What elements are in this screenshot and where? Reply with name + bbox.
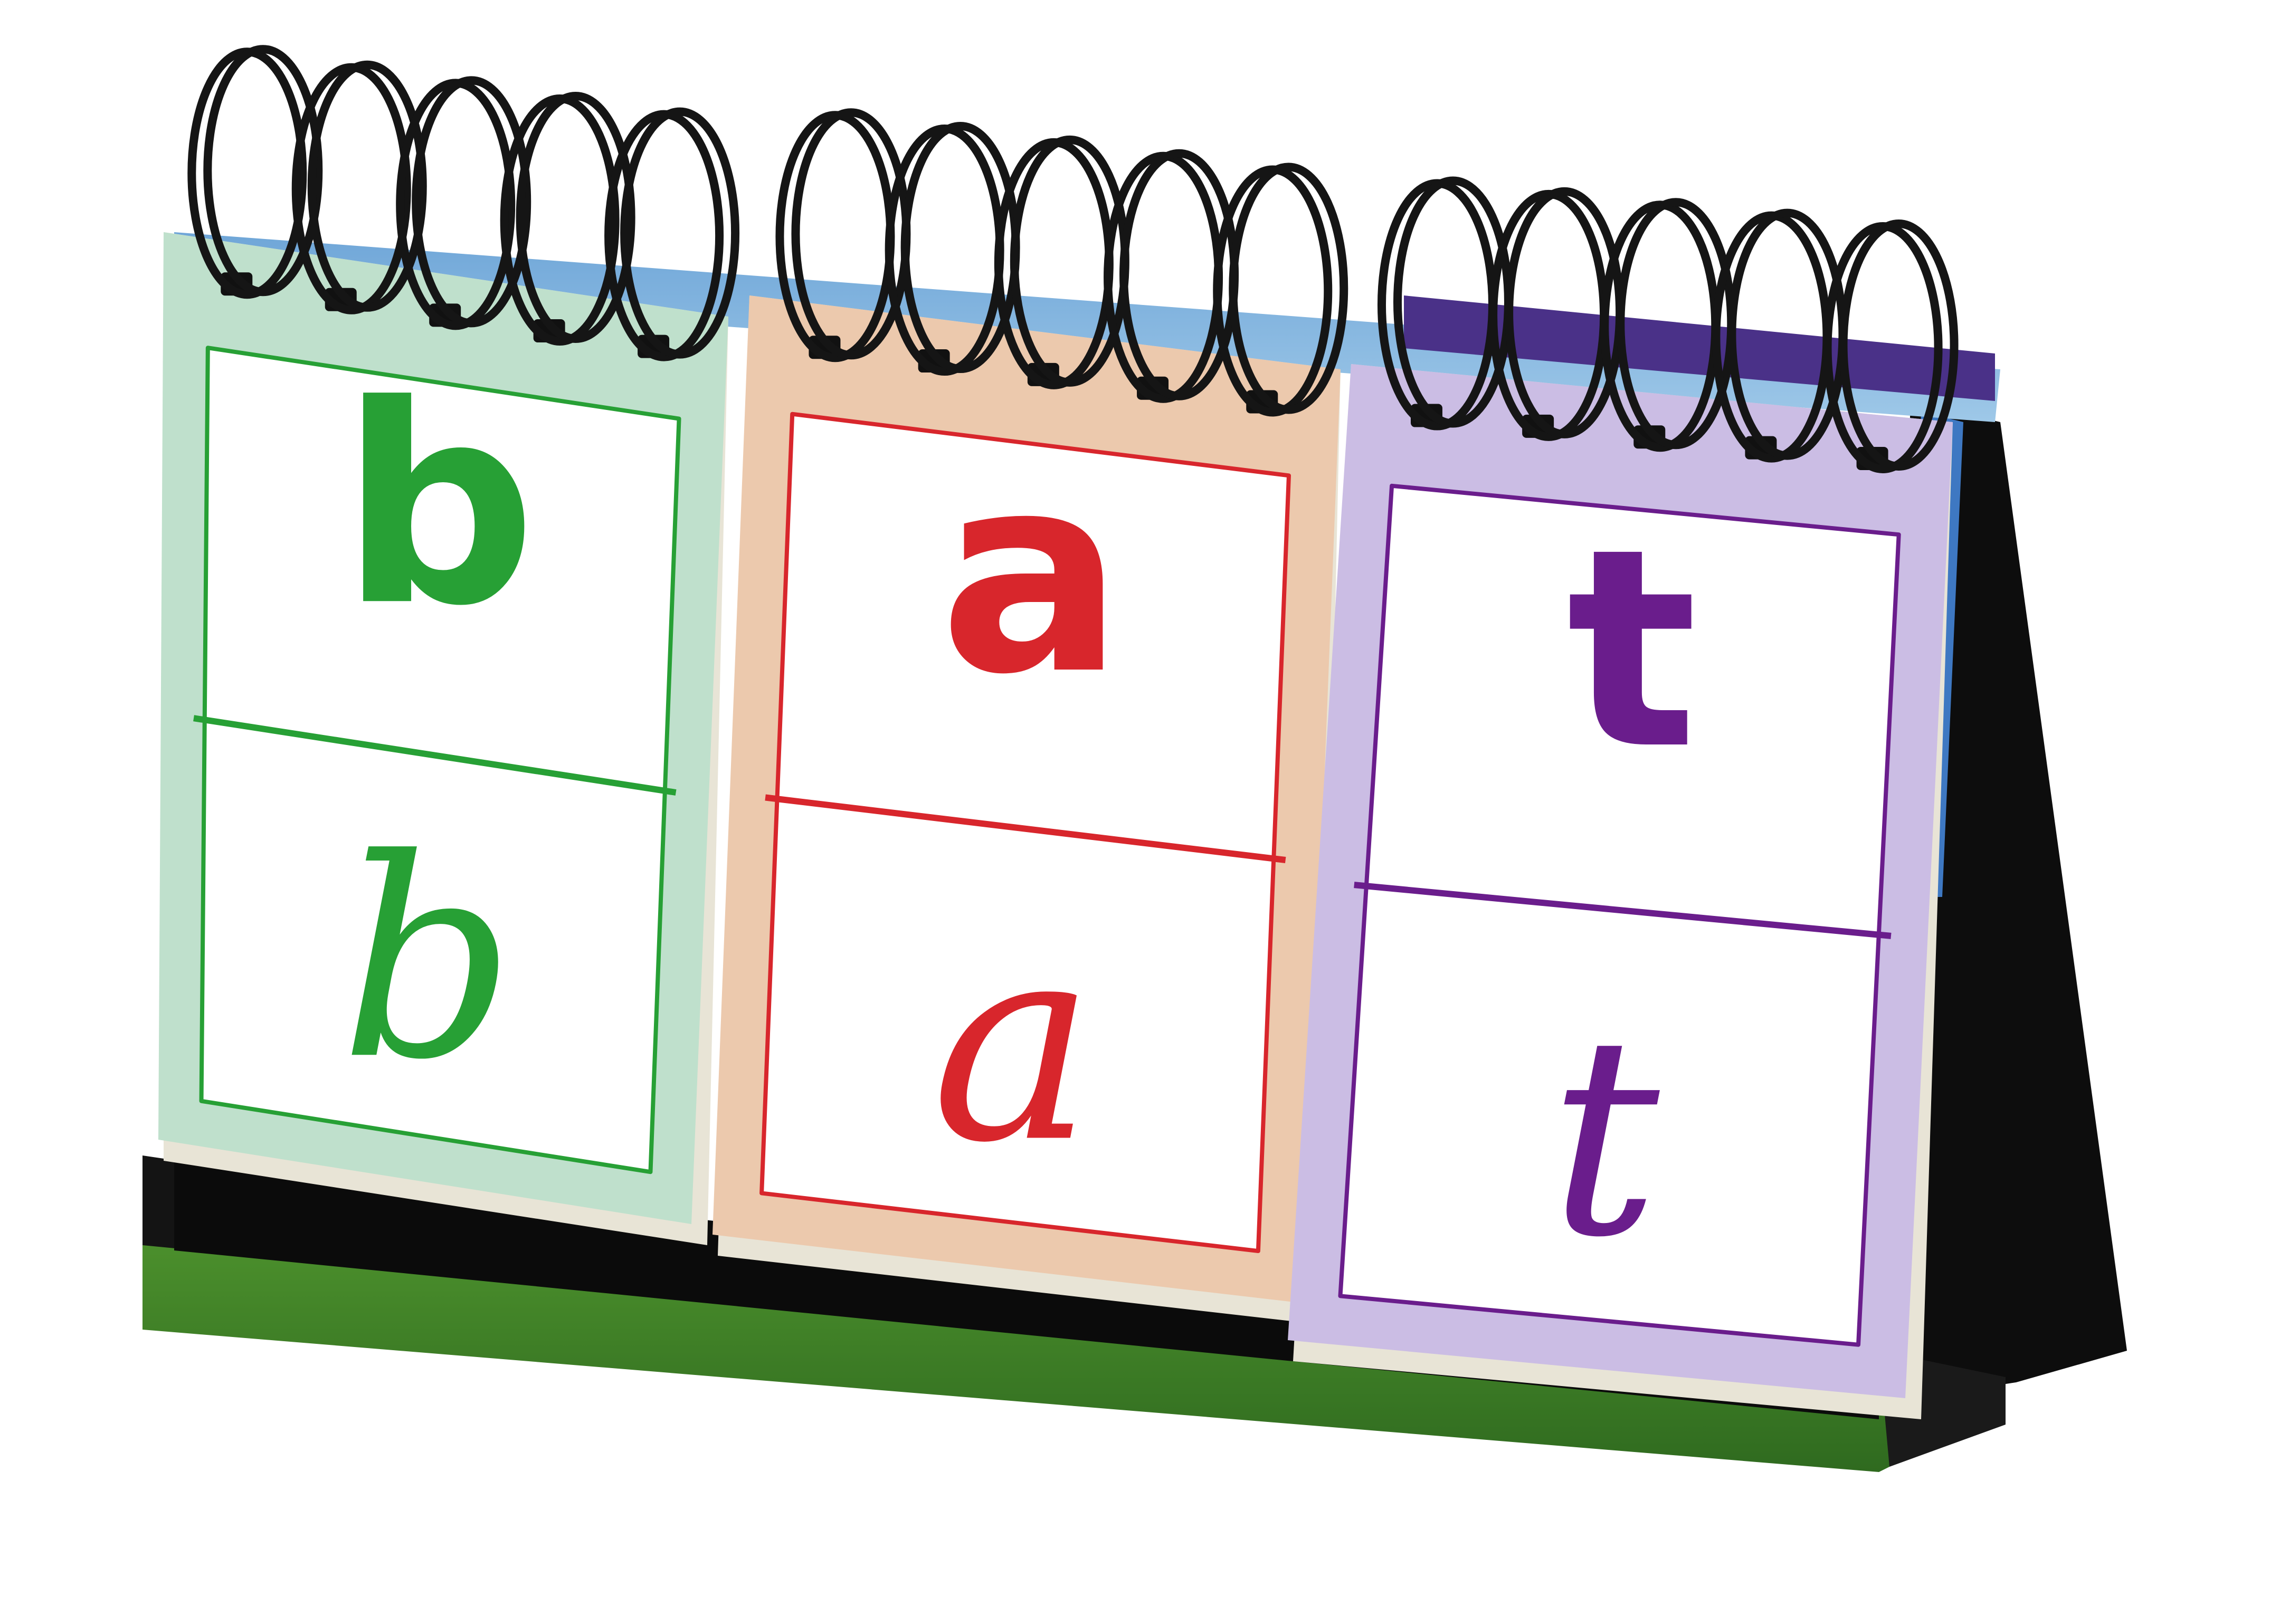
flip-card-2[interactable]: aa [712,108,1348,1324]
cursive-letter: b [340,800,516,1120]
cursive-letter: a [932,883,1095,1203]
cursive-letter: t [1549,978,1660,1297]
print-letter: a [939,415,1124,734]
print-letter: t [1566,490,1698,809]
print-letter: b [340,346,536,666]
flip-stand-scene: bbaatt [142,45,2127,1472]
flip-card-1[interactable]: bb [158,45,740,1245]
